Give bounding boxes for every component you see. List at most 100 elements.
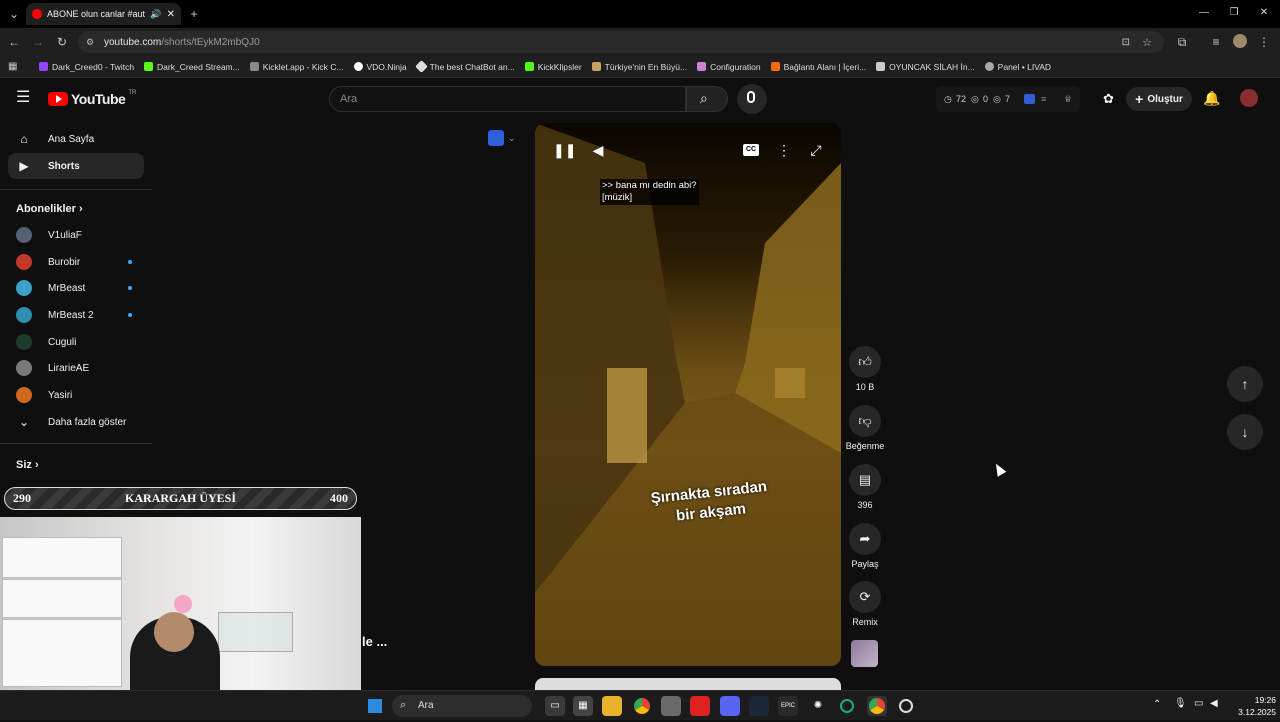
discord-icon[interactable] [720,696,740,716]
network-icon[interactable]: ▭ [1194,698,1203,709]
steam-icon[interactable] [749,696,769,716]
maximize-button[interactable]: ❐ [1224,4,1244,22]
aquarium [218,612,293,652]
extensions-icon[interactable]: ⧉ [1174,34,1190,50]
like-button[interactable]: 👍︎ 10 B [845,346,885,392]
iq-badge-icon [488,130,504,146]
app-icon[interactable] [661,696,681,716]
store-icon[interactable]: ▦ [573,696,593,716]
close-window-button[interactable]: ✕ [1254,4,1274,22]
chrome-icon[interactable] [632,696,652,716]
obs-icon[interactable] [896,696,916,716]
sidebar-item-home[interactable]: ⌂ Ana Sayfa [8,126,144,152]
site-info-icon[interactable]: ⚙ [86,37,94,48]
bookmark-item[interactable]: The best ChatBot an... [412,60,520,73]
create-button[interactable]: + Oluştur [1126,87,1192,111]
previous-short-button[interactable]: ↑ [1227,366,1263,402]
sidebar-item-subscription[interactable]: Yasiri [8,382,144,408]
streamer-face [154,612,194,652]
chrome-active-icon[interactable] [867,696,887,716]
more-options-icon[interactable]: ⋮ [775,141,793,159]
apps-grid-icon[interactable]: ▦ [8,61,17,72]
reload-button[interactable]: ↻ [54,34,70,50]
back-button[interactable]: ← [6,34,22,50]
sidebar-item-subscription[interactable]: LirarieAE [8,355,144,381]
comments-button[interactable]: ▤ 396 [845,464,885,510]
fullscreen-icon[interactable]: ⤢ [807,141,825,159]
taskbar-search-box[interactable]: ⌕ Ara [392,695,532,717]
bookmark-item[interactable]: Dark_Creed0 - Twitch [34,62,139,72]
app-icon[interactable] [837,696,857,716]
bookmark-item[interactable]: Kicklet.app - Kick C... [245,62,349,72]
browser-tab[interactable]: ABONE olun canlar #autom 🔊 ✕ [26,3,181,25]
shorts-video-player[interactable]: ❚❚ ◀ CC ⋮ ⤢ >> bana mı dedin abi? [müzik… [535,123,841,666]
system-clock[interactable]: 19:26 3.12.2025 [1226,694,1276,718]
show-more-button[interactable]: ⌄ Daha fazla göster [8,409,144,435]
pause-button[interactable]: ❚❚ [553,141,576,159]
remix-button[interactable]: ⟳ Remix [845,581,885,627]
media-control-icon[interactable]: ≡ [1208,34,1224,50]
hamburger-menu-icon[interactable]: ☰ [16,90,32,106]
tray-overflow-icon[interactable]: ⌃ [1153,699,1161,710]
tab-title: ABONE olun canlar #autom [47,9,146,19]
extension-iq-icon[interactable] [1024,94,1035,104]
sidebar-item-subscription[interactable]: V1uliaF [8,222,144,248]
sidebar-item-subscription[interactable]: Cuguli [8,329,144,355]
bookmark-item[interactable]: Bağlantı Alanı | İçeri... [766,62,872,72]
subscriptions-heading[interactable]: Abonelikler › [16,203,83,215]
search-input[interactable]: Ara [329,86,686,112]
studio-icon[interactable]: ✿ [1103,91,1114,107]
bookmark-favicon-icon [984,62,994,71]
epic-games-icon[interactable]: EPIC [778,696,798,716]
share-button[interactable]: ➦ Paylaş [845,523,885,569]
microphone-tray-icon[interactable]: 🎙︎ [1174,698,1187,709]
install-app-icon[interactable]: ⊡ [1122,37,1130,48]
you-heading[interactable]: Siz › [16,459,39,471]
bookmark-item[interactable]: VDO.Ninja [349,62,412,72]
bookmark-favicon-icon [414,60,428,73]
audio-track-thumbnail[interactable] [851,640,878,667]
bookmark-item[interactable]: Türkiye'nin En Büyü... [587,62,692,72]
bookmark-star-icon[interactable]: ☆ [1142,36,1152,49]
profile-avatar[interactable] [1232,34,1248,50]
list-icon[interactable]: ≡ [1041,94,1046,104]
forward-button[interactable]: → [30,34,46,50]
iq-extension-button[interactable]: ⌄ [488,128,526,148]
youtube-logo[interactable]: YouTube TR [48,90,136,107]
browser-menu-icon[interactable]: ⋮ [1256,34,1272,50]
windows-start-icon[interactable] [365,696,385,716]
channel-avatar [16,227,32,243]
address-bar[interactable]: ⚙ youtube.com/shorts/tEykM2mbQJ0 ⊡ ☆ [78,31,1164,53]
sidebar-item-subscription[interactable]: MrBeast [8,275,144,301]
notifications-bell-icon[interactable]: 🔔 [1203,90,1220,107]
bookmark-item[interactable]: Configuration [692,62,766,72]
minimize-button[interactable]: — [1194,4,1214,22]
sidebar-item-shorts[interactable]: ▶ Shorts [8,153,144,179]
account-avatar[interactable] [1240,89,1258,107]
bookmark-item[interactable]: OYUNCAK SİLAH İn... [871,62,980,72]
url-path: /shorts/tEykM2mbQJ0 [161,36,260,48]
tab-close-icon[interactable]: ✕ [167,9,175,20]
chatgpt-icon[interactable]: ✺ [808,696,828,716]
volume-tray-icon[interactable]: ◀ [1210,698,1218,709]
captions-button[interactable]: CC [743,144,759,156]
bookmark-item[interactable]: KickKlipsler [520,62,587,72]
sidebar-item-subscription[interactable]: MrBeast 2 [8,302,144,328]
tab-search-icon[interactable]: ⌄ [6,6,22,22]
dislike-button[interactable]: 👎︎ Beğenme [845,405,885,451]
volume-button[interactable]: ◀ [589,141,607,159]
search-button[interactable]: ⌕ [686,86,728,112]
app-icon[interactable] [690,696,710,716]
thumbs-down-icon: 👎︎ [849,405,881,437]
bookmark-item[interactable]: Panel • LIVAD [980,62,1056,72]
sidebar-item-subscription[interactable]: Burobir [8,249,144,275]
next-short-button[interactable]: ↓ [1227,414,1263,450]
file-explorer-icon[interactable] [602,696,622,716]
task-view-icon[interactable]: ▭ [545,696,565,716]
trophy-icon[interactable]: ♕ [1064,94,1072,105]
search-icon: ⌕ [700,90,708,106]
voice-search-button[interactable] [737,84,767,114]
next-short-preview[interactable] [535,678,841,690]
new-tab-button[interactable]: + [186,6,202,22]
bookmark-item[interactable]: Dark_Creed Stream... [139,62,245,72]
